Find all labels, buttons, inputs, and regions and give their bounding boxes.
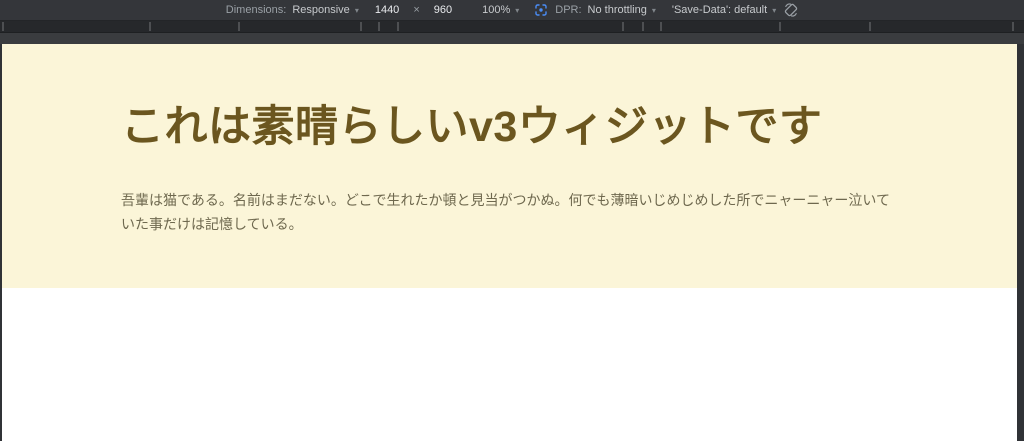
throttling-select[interactable]: No throttling ▾ [588,4,656,16]
tab-divider [1012,22,1014,31]
page-title: これは素晴らしいv3ウィジットです [121,103,823,151]
dimensions-value: Responsive [292,4,350,16]
intro-paragraph: 吾輩は猫である。名前はまだない。どこで生れたか頓と見当がつかぬ。何でも薄暗いじめ… [121,192,891,232]
tab-divider [642,22,644,31]
tab-divider [622,22,624,31]
save-data-select[interactable]: 'Save-Data': default ▾ [672,4,776,16]
dimensions-select[interactable]: Responsive ▾ [292,4,359,16]
devtools-window: Dimensions: Responsive ▾ 1440 × 960 100%… [0,0,1024,441]
viewport-width-input[interactable]: 1440 [375,4,399,16]
focus-icon [535,4,547,16]
hero-section: これは素晴らしいv3ウィジットです 吾輩は猫である。名前はまだない。どこで生れた… [2,44,1017,288]
tab-strip [0,21,1024,33]
rotate-viewport-icon[interactable] [784,3,798,17]
viewport-height-input[interactable]: 960 [434,4,452,16]
tab-divider [238,22,240,31]
zoom-value: 100% [482,4,511,16]
page-viewport: これは素晴らしいv3ウィジットです 吾輩は猫である。名前はまだない。どこで生れた… [2,44,1017,441]
chevron-down-icon: ▾ [651,5,656,15]
tab-divider [149,22,151,31]
tab-divider [869,22,871,31]
tab-divider [360,22,362,31]
tab-divider [397,22,399,31]
tab-divider [378,22,380,31]
tab-divider [660,22,662,31]
tab-divider [779,22,781,31]
save-data-value: 'Save-Data': default [671,4,768,16]
sub-bar [0,33,1024,44]
tab-divider [2,22,4,31]
dimensions-label: Dimensions: [225,4,287,16]
times-symbol: × [413,4,420,16]
dpr-label: DPR: [555,4,582,16]
zoom-select[interactable]: 100% ▾ [482,4,519,16]
device-toolbar: Dimensions: Responsive ▾ 1440 × 960 100%… [0,0,1024,21]
chevron-down-icon: ▾ [354,5,359,15]
throttling-value: No throttling [587,4,647,16]
chevron-down-icon: ▾ [515,5,520,15]
chevron-down-icon: ▾ [772,5,777,15]
